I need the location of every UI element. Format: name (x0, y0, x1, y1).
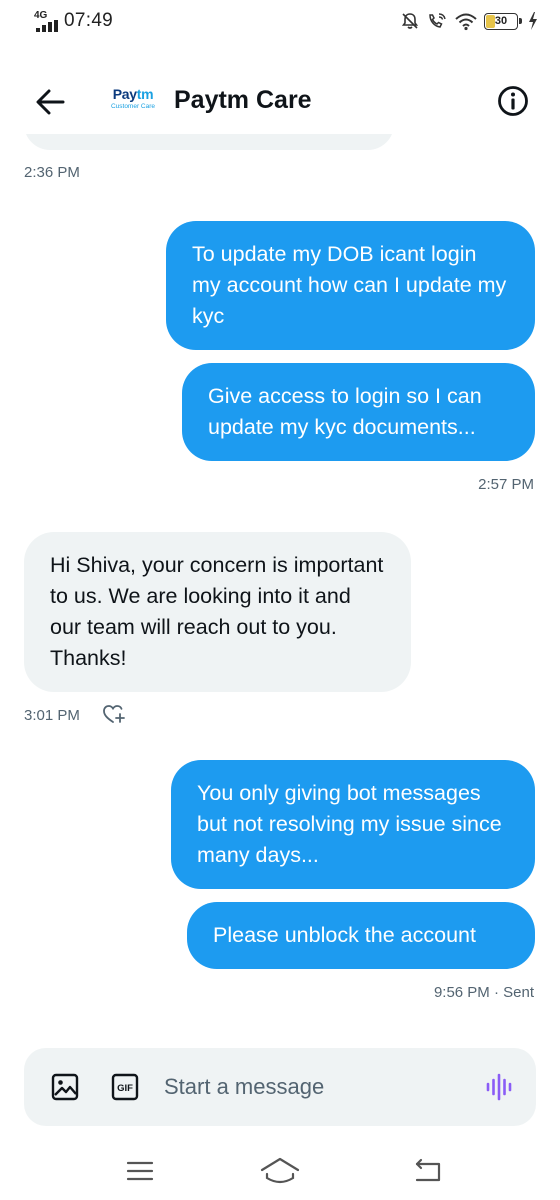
status-time: 07:49 (64, 10, 114, 31)
voice-message-button[interactable] (484, 1072, 514, 1102)
outgoing-message-bubble[interactable]: Give access to login so I can update my … (182, 363, 535, 461)
battery-fill (486, 14, 496, 28)
status-right: 30 (400, 11, 538, 31)
outgoing-message-bubble[interactable]: You only giving bot messages but not res… (171, 760, 535, 889)
wifi-icon (455, 13, 477, 31)
charging-icon (529, 12, 537, 30)
signal-icon (36, 20, 58, 32)
message-input[interactable] (164, 1072, 464, 1102)
back-icon (415, 1158, 441, 1182)
battery-tip (519, 17, 522, 24)
arrow-left-icon (36, 89, 65, 115)
bell-muted-icon (401, 13, 419, 29)
message-composer: GIF (24, 1048, 536, 1126)
outgoing-message-bubble[interactable]: To update my DOB icant login my account … (166, 221, 535, 350)
status-left: 4G 07:49 (32, 10, 113, 32)
info-circle-icon (498, 86, 528, 116)
menu-icon (126, 1161, 154, 1181)
gif-icon: GIF (111, 1073, 139, 1101)
svg-text:GIF: GIF (117, 1083, 133, 1094)
back-nav-button[interactable] (408, 1154, 448, 1188)
logo-wordmark: Paytm (112, 86, 154, 102)
message-timestamp: 2:57 PM (478, 476, 534, 493)
system-navigation-bar (0, 1140, 560, 1200)
heart-add-reaction-icon[interactable] (102, 703, 126, 725)
message-list[interactable]: 2:36 PM To update my DOB icant login my … (0, 134, 560, 1034)
conversation-info-button[interactable] (496, 84, 530, 118)
message-status: 9:56 PM · Sent (433, 984, 534, 1001)
home-icon (260, 1157, 300, 1184)
chat-header: Paytm Customer Care Paytm Care (0, 70, 560, 134)
back-button[interactable] (28, 82, 72, 122)
voice-waveform-icon (486, 1073, 512, 1101)
message-timestamp: 3:01 PM (24, 707, 80, 724)
status-bar: 4G 07:49 30 (0, 0, 560, 44)
wifi-call-icon (429, 13, 446, 28)
recents-button[interactable] (120, 1154, 160, 1188)
network-indicator: 4G (32, 10, 62, 32)
incoming-message-bubble[interactable]: Hi Shiva, your concern is important to u… (24, 532, 411, 692)
battery-level: 30 (494, 15, 508, 27)
previous-message-bubble[interactable] (24, 134, 394, 150)
battery-indicator: 30 (484, 12, 522, 30)
paytm-logo[interactable]: Paytm Customer Care (104, 86, 162, 118)
message-timestamp: 2:36 PM (24, 164, 80, 181)
image-icon (51, 1073, 79, 1101)
conversation-title[interactable]: Paytm Care (174, 86, 312, 115)
home-button[interactable] (260, 1154, 300, 1188)
logo-subtitle: Customer Care (110, 103, 156, 110)
add-photo-button[interactable] (50, 1072, 80, 1102)
outgoing-message-bubble[interactable]: Please unblock the account (187, 902, 535, 969)
add-gif-button[interactable]: GIF (110, 1072, 140, 1102)
